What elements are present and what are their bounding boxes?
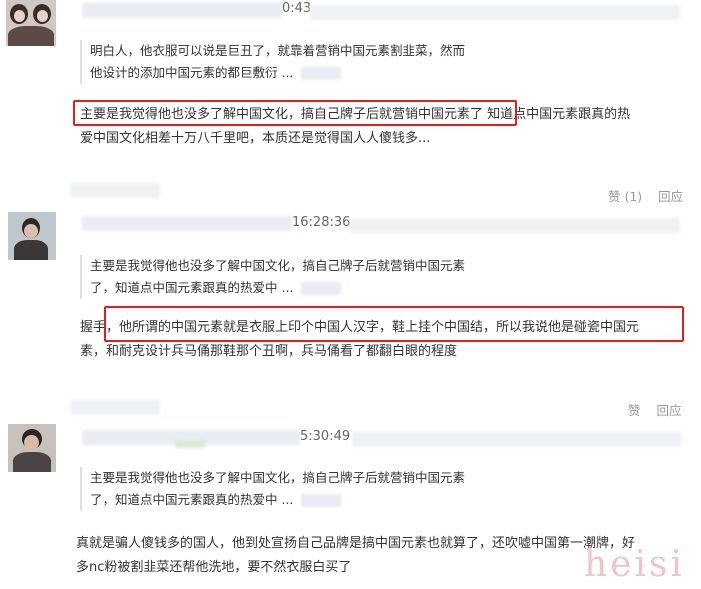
quote-line: 了，知道点中国元素跟真的热爱中 ... [90, 489, 560, 511]
reply-button[interactable]: 回应 [657, 403, 682, 418]
quote-line: 他设计的添加中国元素的都巨敷衍 ... [90, 62, 560, 84]
quote-line: 主要是我觉得他也没多了解中国文化，搞自己牌子后就营销中国元素 [90, 258, 466, 273]
avatar[interactable] [6, 0, 56, 46]
username-blurred[interactable] [82, 216, 292, 231]
quoted-comment: 主要是我觉得他也没多了解中国文化，搞自己牌子后就营销中国元素 了，知道点中国元素… [80, 467, 560, 511]
quote-line: 主要是我觉得他也没多了解中国文化，搞自己牌子后就营销中国元素 [90, 470, 466, 485]
highlight-box [104, 306, 684, 342]
highlight-box [73, 100, 517, 126]
quote-line: 明白人，他衣服可以说是巨丑了，就靠着营销中国元素割韭菜，然而 [90, 43, 466, 58]
quoted-comment: 主要是我觉得他也没多了解中国文化，搞自己牌子后就营销中国元素 了，知道点中国元素… [80, 255, 560, 299]
comment-actions: 赞 回应 [616, 400, 682, 419]
like-button[interactable]: 赞 (1) [608, 189, 642, 204]
header-blur [310, 5, 680, 20]
username-blurred[interactable] [82, 3, 282, 18]
reply-line: 多nc粉被割韭菜还帮他洗地，要不然衣服白买了 [76, 560, 352, 575]
badge-blurred [175, 440, 205, 448]
username-blurred [70, 183, 160, 198]
username-blurred [70, 400, 160, 415]
reply-button[interactable]: 回应 [658, 189, 683, 204]
reply-text: 真就是骗人傻钱多的国人，他到处宣扬自己品牌是搞中国元素也就算了，还吹嘘中国第一潮… [76, 532, 635, 580]
timestamp: 5:30:49 [300, 429, 351, 444]
timestamp: 16:28:36 [292, 215, 351, 230]
quote-line: 了，知道点中国元素跟真的热爱中 ... [90, 277, 560, 299]
header-blur [350, 218, 680, 233]
avatar[interactable] [8, 424, 56, 472]
comment-actions: 赞 (1) 回应 [596, 186, 683, 205]
header-blur [352, 432, 682, 447]
watermark: heisi [584, 544, 685, 585]
quoted-comment: 明白人，他衣服可以说是巨丑了，就靠着营销中国元素割韭菜，然而 他设计的添加中国元… [80, 40, 560, 84]
timestamp: 0:43 [282, 1, 312, 16]
avatar[interactable] [8, 212, 56, 260]
reply-line: 爱中国文化相差十万八千里吧，本质还是觉得国人人傻钱多... [80, 131, 431, 146]
reply-line: 真就是骗人傻钱多的国人，他到处宣扬自己品牌是搞中国元素也就算了，还吹嘘中国第一潮… [76, 536, 636, 551]
like-button[interactable]: 赞 [628, 403, 641, 418]
reply-line: 素，和耐克设计兵马俑那鞋那个丑啊，兵马俑看了都翻白眼的程度 [80, 344, 458, 359]
